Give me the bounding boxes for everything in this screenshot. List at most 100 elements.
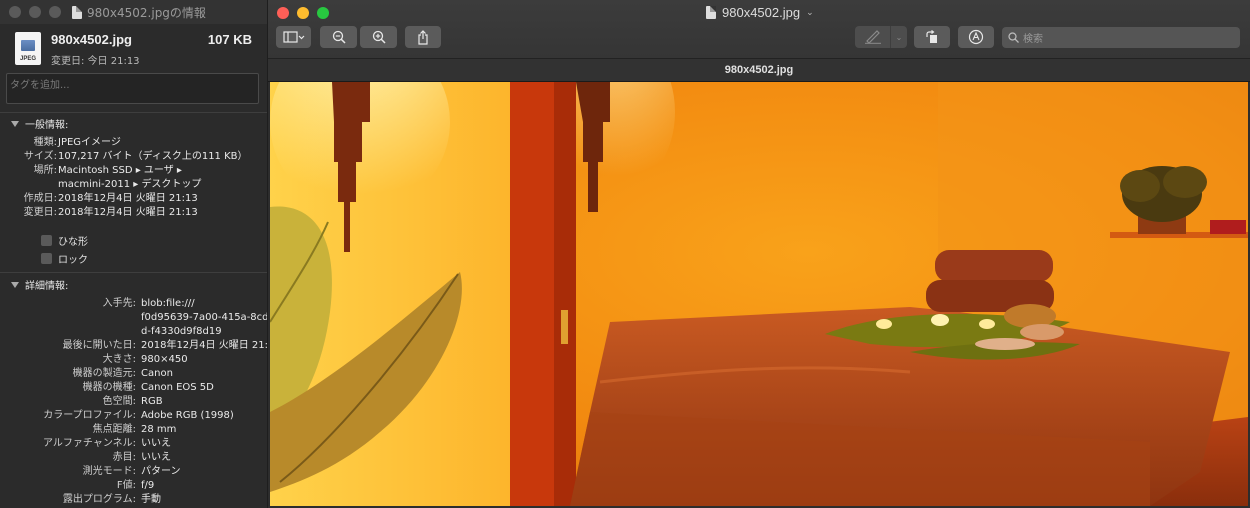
stationery-checkbox[interactable]: ひな形	[41, 233, 88, 248]
divider	[0, 272, 267, 273]
search-icon	[1008, 32, 1019, 43]
disclosure-triangle-icon	[11, 281, 19, 288]
info-row-value: Canon	[141, 368, 173, 379]
document-subtitle: 980x4502.jpg	[268, 58, 1250, 82]
info-row-value: 28 mm	[141, 424, 177, 435]
sidebar-icon	[282, 31, 304, 43]
info-close-button[interactable]	[9, 6, 21, 18]
zoom-out-button[interactable]	[320, 26, 357, 48]
info-row-key: 最後に開いた日:	[62, 340, 136, 351]
photo-illustration	[270, 82, 1248, 506]
info-row-value: パターン	[141, 466, 181, 477]
info-row-value: 2018年12月4日 火曜日 21:21	[141, 340, 267, 351]
stationery-label: ひな形	[58, 237, 88, 248]
search-placeholder: 検索	[1023, 34, 1043, 45]
info-row-key: 入手先:	[102, 298, 136, 309]
general-section-toggle[interactable]: 一般情報:	[11, 116, 68, 131]
share-button[interactable]	[405, 26, 441, 48]
disclosure-triangle-icon	[11, 120, 19, 127]
rotate-icon	[926, 30, 937, 43]
info-row-value: 107,217 バイト（ディスク上の111 KB）	[58, 151, 248, 162]
preview-toolbar: 980x4502.jpg ⌄ ⌄ 検索	[268, 0, 1250, 58]
image-thumbnail-icon	[21, 40, 35, 51]
info-row-value: いいえ	[141, 452, 171, 463]
window-title[interactable]: 980x4502.jpg ⌄	[706, 5, 814, 20]
preview-window: 980x4502.jpg ⌄ ⌄ 検索 980x4502.jpg	[268, 0, 1250, 508]
info-row-key: F値:	[116, 480, 136, 491]
details-section-header: 詳細情報:	[25, 281, 69, 292]
info-zoom-button[interactable]	[49, 6, 61, 18]
info-title: 980x4502.jpgの情報	[72, 4, 206, 21]
info-row-key: 変更日:	[23, 207, 57, 218]
locked-label: ロック	[58, 255, 88, 266]
info-row-key: 赤目:	[112, 452, 136, 463]
minimize-button[interactable]	[297, 7, 309, 19]
info-row-key: アルファチャンネル:	[43, 438, 136, 449]
sidebar-button[interactable]	[276, 26, 311, 48]
info-row-key: サイズ:	[23, 151, 57, 162]
info-row-key: 焦点距離:	[92, 424, 136, 435]
info-minimize-button[interactable]	[29, 6, 41, 18]
info-row-key: カラープロファイル:	[43, 410, 136, 421]
info-row-key: 測光モード:	[82, 466, 136, 477]
info-row-value: 2018年12月4日 火曜日 21:13	[58, 207, 198, 218]
rotate-button[interactable]	[914, 26, 950, 48]
markup-pen-button[interactable]: ⌄	[855, 26, 907, 48]
info-modified-date: 変更日: 今日 21:13	[51, 56, 140, 67]
locked-checkbox[interactable]: ロック	[41, 251, 88, 266]
checkbox-box[interactable]	[41, 235, 52, 246]
jpeg-file-icon: JPEG	[15, 32, 41, 65]
info-row-key: 大きさ:	[102, 354, 136, 365]
info-row-value: JPEGイメージ	[58, 137, 121, 148]
info-row-key: 露出プログラム:	[62, 494, 136, 505]
chevron-down-icon[interactable]: ⌄	[806, 7, 814, 18]
info-row-key: 機器の機種:	[82, 382, 136, 393]
info-titlebar: 980x4502.jpgの情報	[0, 0, 267, 24]
info-row-key: 色空間:	[102, 396, 136, 407]
info-row-key: 機器の製造元:	[72, 368, 136, 379]
info-row-value: d-f4330d9f8d19	[141, 326, 222, 337]
document-icon	[72, 6, 82, 19]
share-icon	[418, 29, 428, 45]
checkbox-box[interactable]	[41, 253, 52, 264]
zoom-out-icon	[332, 30, 346, 44]
info-window-controls	[9, 6, 61, 18]
info-file-header: JPEG 980x4502.jpg 107 KB 変更日: 今日 21:13	[15, 30, 260, 68]
info-row-value: Canon EOS 5D	[141, 382, 214, 393]
info-filename: 980x4502.jpg	[51, 32, 132, 47]
chevron-down-icon[interactable]: ⌄	[890, 26, 907, 48]
info-row-value: f/9	[141, 480, 155, 491]
details-section-toggle[interactable]: 詳細情報:	[11, 277, 68, 292]
info-row-value: Adobe RGB (1998)	[141, 410, 234, 421]
window-controls	[277, 7, 329, 19]
pen-icon	[865, 30, 881, 44]
info-row-value: 手動	[141, 494, 161, 505]
markup-icon	[968, 29, 984, 45]
info-row-value: RGB	[141, 396, 163, 407]
markup-toolbar-button[interactable]	[958, 26, 994, 48]
info-row-value: Macintosh SSD ▸ ユーザ ▸	[58, 165, 182, 176]
info-row-value: macmini-2011 ▸ デスクトップ	[58, 179, 202, 190]
info-row-value: 980×450	[141, 354, 188, 365]
info-row-value: blob:file:///	[141, 298, 195, 309]
zoom-in-icon	[372, 30, 386, 44]
document-icon	[706, 6, 716, 19]
info-row-key: 場所:	[33, 165, 57, 176]
info-row-key: 作成日:	[23, 193, 57, 204]
tag-input[interactable]: タグを追加...	[6, 73, 259, 104]
window-title-text: 980x4502.jpg	[722, 5, 801, 20]
info-row-value: 2018年12月4日 火曜日 21:13	[58, 193, 198, 204]
info-window: 980x4502.jpgの情報 JPEG 980x4502.jpg 107 KB…	[0, 0, 267, 508]
zoom-in-button[interactable]	[360, 26, 397, 48]
info-title-text: 980x4502.jpgの情報	[87, 6, 206, 20]
info-row-value: f0d95639-7a00-415a-8cd	[141, 312, 267, 323]
divider	[0, 112, 267, 113]
info-row-key: 種類:	[33, 137, 57, 148]
fullscreen-button[interactable]	[317, 7, 329, 19]
general-section-header: 一般情報:	[25, 120, 69, 131]
jpeg-icon-label: JPEG	[19, 56, 36, 62]
info-row-value: いいえ	[141, 438, 171, 449]
close-button[interactable]	[277, 7, 289, 19]
search-field[interactable]: 検索	[1002, 27, 1240, 48]
spa-room-photo	[270, 82, 1248, 506]
